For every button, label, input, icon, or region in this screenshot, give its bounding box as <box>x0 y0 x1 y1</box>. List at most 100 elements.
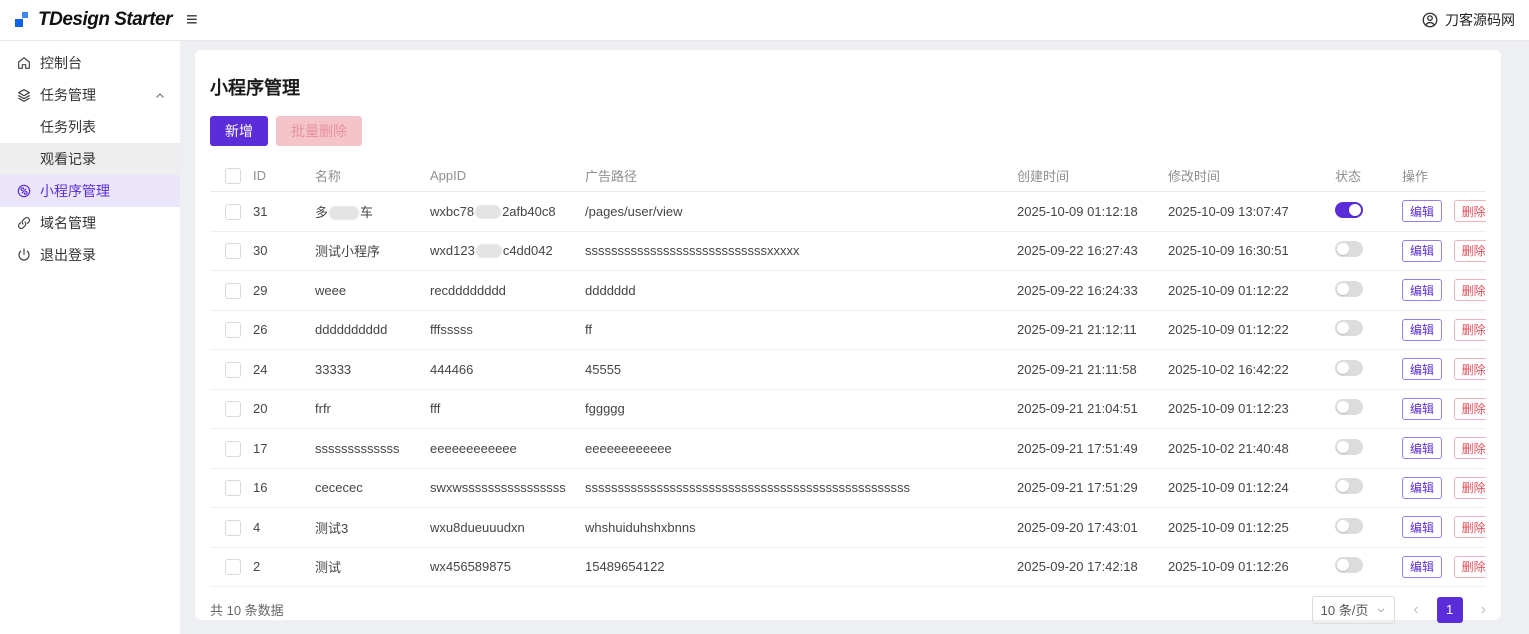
status-toggle[interactable] <box>1335 557 1363 573</box>
add-button[interactable]: 新增 <box>210 116 268 146</box>
user-circle-icon <box>1421 11 1439 29</box>
sidebar-item-logout[interactable]: 退出登录 <box>0 239 180 271</box>
edit-button[interactable]: 编辑 <box>1402 319 1442 341</box>
status-toggle[interactable] <box>1335 202 1363 218</box>
edit-button[interactable]: 编辑 <box>1402 358 1442 380</box>
app-header: TDesign Starter ≡ 刀客源码网 <box>0 0 1529 41</box>
table-row: 31 多车 wxbc782afb40c8 /pages/user/view 20… <box>210 192 1486 232</box>
col-status: 状态 <box>1335 166 1402 185</box>
row-checkbox[interactable] <box>225 243 241 259</box>
user-name: 刀客源码网 <box>1445 10 1515 30</box>
sidebar-item-task-management[interactable]: 任务管理 <box>0 79 180 111</box>
cell-appid: fffsssss <box>430 322 585 337</box>
status-toggle[interactable] <box>1335 241 1363 257</box>
link-icon <box>16 215 32 231</box>
sidebar-item-domain-management[interactable]: 域名管理 <box>0 207 180 239</box>
delete-button[interactable]: 删除 <box>1454 319 1486 341</box>
app-logo[interactable]: TDesign Starter <box>14 9 172 31</box>
cell-id: 4 <box>253 520 315 535</box>
collapse-menu-icon[interactable]: ≡ <box>186 10 198 30</box>
cell-id: 29 <box>253 283 315 298</box>
prev-page-button[interactable]: ‹ <box>1413 602 1418 618</box>
select-all-checkbox[interactable] <box>225 168 241 184</box>
sidebar-item-console[interactable]: 控制台 <box>0 47 180 79</box>
cell-modified-time: 2025-10-09 01:12:22 <box>1168 322 1335 337</box>
home-icon <box>16 55 32 71</box>
row-checkbox[interactable] <box>225 480 241 496</box>
sidebar-item-watch-records[interactable]: 观看记录 <box>0 143 180 175</box>
cell-appid: fff <box>430 401 585 416</box>
status-toggle[interactable] <box>1335 320 1363 336</box>
total-count-text: 共 10 条数据 <box>210 600 284 619</box>
col-operations: 操作 <box>1402 166 1486 185</box>
cell-modified-time: 2025-10-09 01:12:26 <box>1168 559 1335 574</box>
status-toggle[interactable] <box>1335 281 1363 297</box>
cell-modified-time: 2025-10-09 16:30:51 <box>1168 243 1335 258</box>
user-menu[interactable]: 刀客源码网 <box>1421 10 1515 30</box>
cell-appid: eeeeeeeeeeee <box>430 441 585 456</box>
col-appid: AppID <box>430 168 585 183</box>
next-page-button[interactable]: › <box>1481 602 1486 618</box>
cell-name: sssssssssssss <box>315 441 430 456</box>
cell-created-time: 2025-10-09 01:12:18 <box>1017 204 1168 219</box>
chevron-down-icon <box>1376 605 1386 615</box>
status-toggle[interactable] <box>1335 478 1363 494</box>
edit-button[interactable]: 编辑 <box>1402 398 1442 420</box>
cell-modified-time: 2025-10-09 13:07:47 <box>1168 204 1335 219</box>
row-checkbox[interactable] <box>225 204 241 220</box>
col-modified-time: 修改时间 <box>1168 166 1335 185</box>
delete-button[interactable]: 删除 <box>1454 556 1486 578</box>
edit-button[interactable]: 编辑 <box>1402 477 1442 499</box>
cell-appid: swxwssssssssssssssss <box>430 480 585 495</box>
delete-button[interactable]: 删除 <box>1454 200 1486 222</box>
status-toggle[interactable] <box>1335 518 1363 534</box>
row-checkbox[interactable] <box>225 322 241 338</box>
delete-button[interactable]: 删除 <box>1454 240 1486 262</box>
cell-name: 测试3 <box>315 518 430 537</box>
status-toggle[interactable] <box>1335 360 1363 376</box>
table-row: 24 33333 444466 45555 2025-09-21 21:11:5… <box>210 350 1486 390</box>
delete-button[interactable]: 删除 <box>1454 398 1486 420</box>
edit-button[interactable]: 编辑 <box>1402 437 1442 459</box>
page-number-button[interactable]: 1 <box>1437 597 1463 623</box>
edit-button[interactable]: 编辑 <box>1402 240 1442 262</box>
status-toggle[interactable] <box>1335 439 1363 455</box>
edit-button[interactable]: 编辑 <box>1402 279 1442 301</box>
table-row: 2 测试 wx456589875 15489654122 2025-09-20 … <box>210 548 1486 588</box>
page-size-select[interactable]: 10 条/页 <box>1312 596 1396 624</box>
delete-button[interactable]: 删除 <box>1454 279 1486 301</box>
cell-ad-path: ssssssssssssssssssssssssssssxxxxx <box>585 243 1017 258</box>
edit-button[interactable]: 编辑 <box>1402 556 1442 578</box>
cell-created-time: 2025-09-21 21:11:58 <box>1017 362 1168 377</box>
cell-ad-path: 15489654122 <box>585 559 1017 574</box>
delete-button[interactable]: 删除 <box>1454 358 1486 380</box>
cell-name: 33333 <box>315 362 430 377</box>
delete-button[interactable]: 删除 <box>1454 516 1486 538</box>
row-checkbox[interactable] <box>225 559 241 575</box>
row-checkbox[interactable] <box>225 401 241 417</box>
cell-id: 26 <box>253 322 315 337</box>
cell-name: 测试 <box>315 557 430 576</box>
edit-button[interactable]: 编辑 <box>1402 516 1442 538</box>
col-name: 名称 <box>315 166 430 185</box>
sidebar-item-miniprogram-management[interactable]: 小程序管理 <box>0 175 180 207</box>
row-checkbox[interactable] <box>225 441 241 457</box>
sidebar: 控制台 任务管理 任务列表 观看记录 小程序管理 域名管理 退出登录 <box>0 41 180 634</box>
delete-button[interactable]: 删除 <box>1454 437 1486 459</box>
cell-created-time: 2025-09-22 16:24:33 <box>1017 283 1168 298</box>
cell-modified-time: 2025-10-09 01:12:25 <box>1168 520 1335 535</box>
row-checkbox[interactable] <box>225 283 241 299</box>
status-toggle[interactable] <box>1335 399 1363 415</box>
cell-name: dddddddddd <box>315 322 430 337</box>
cell-ad-path: /pages/user/view <box>585 204 1017 219</box>
row-checkbox[interactable] <box>225 362 241 378</box>
cell-appid: 444466 <box>430 362 585 377</box>
cell-ad-path: ff <box>585 322 1017 337</box>
sidebar-item-task-list[interactable]: 任务列表 <box>0 111 180 143</box>
col-ad-path: 广告路径 <box>585 166 1017 185</box>
cell-appid: wxu8dueuuudxn <box>430 520 585 535</box>
batch-delete-button[interactable]: 批量删除 <box>276 116 362 146</box>
edit-button[interactable]: 编辑 <box>1402 200 1442 222</box>
delete-button[interactable]: 删除 <box>1454 477 1486 499</box>
row-checkbox[interactable] <box>225 520 241 536</box>
